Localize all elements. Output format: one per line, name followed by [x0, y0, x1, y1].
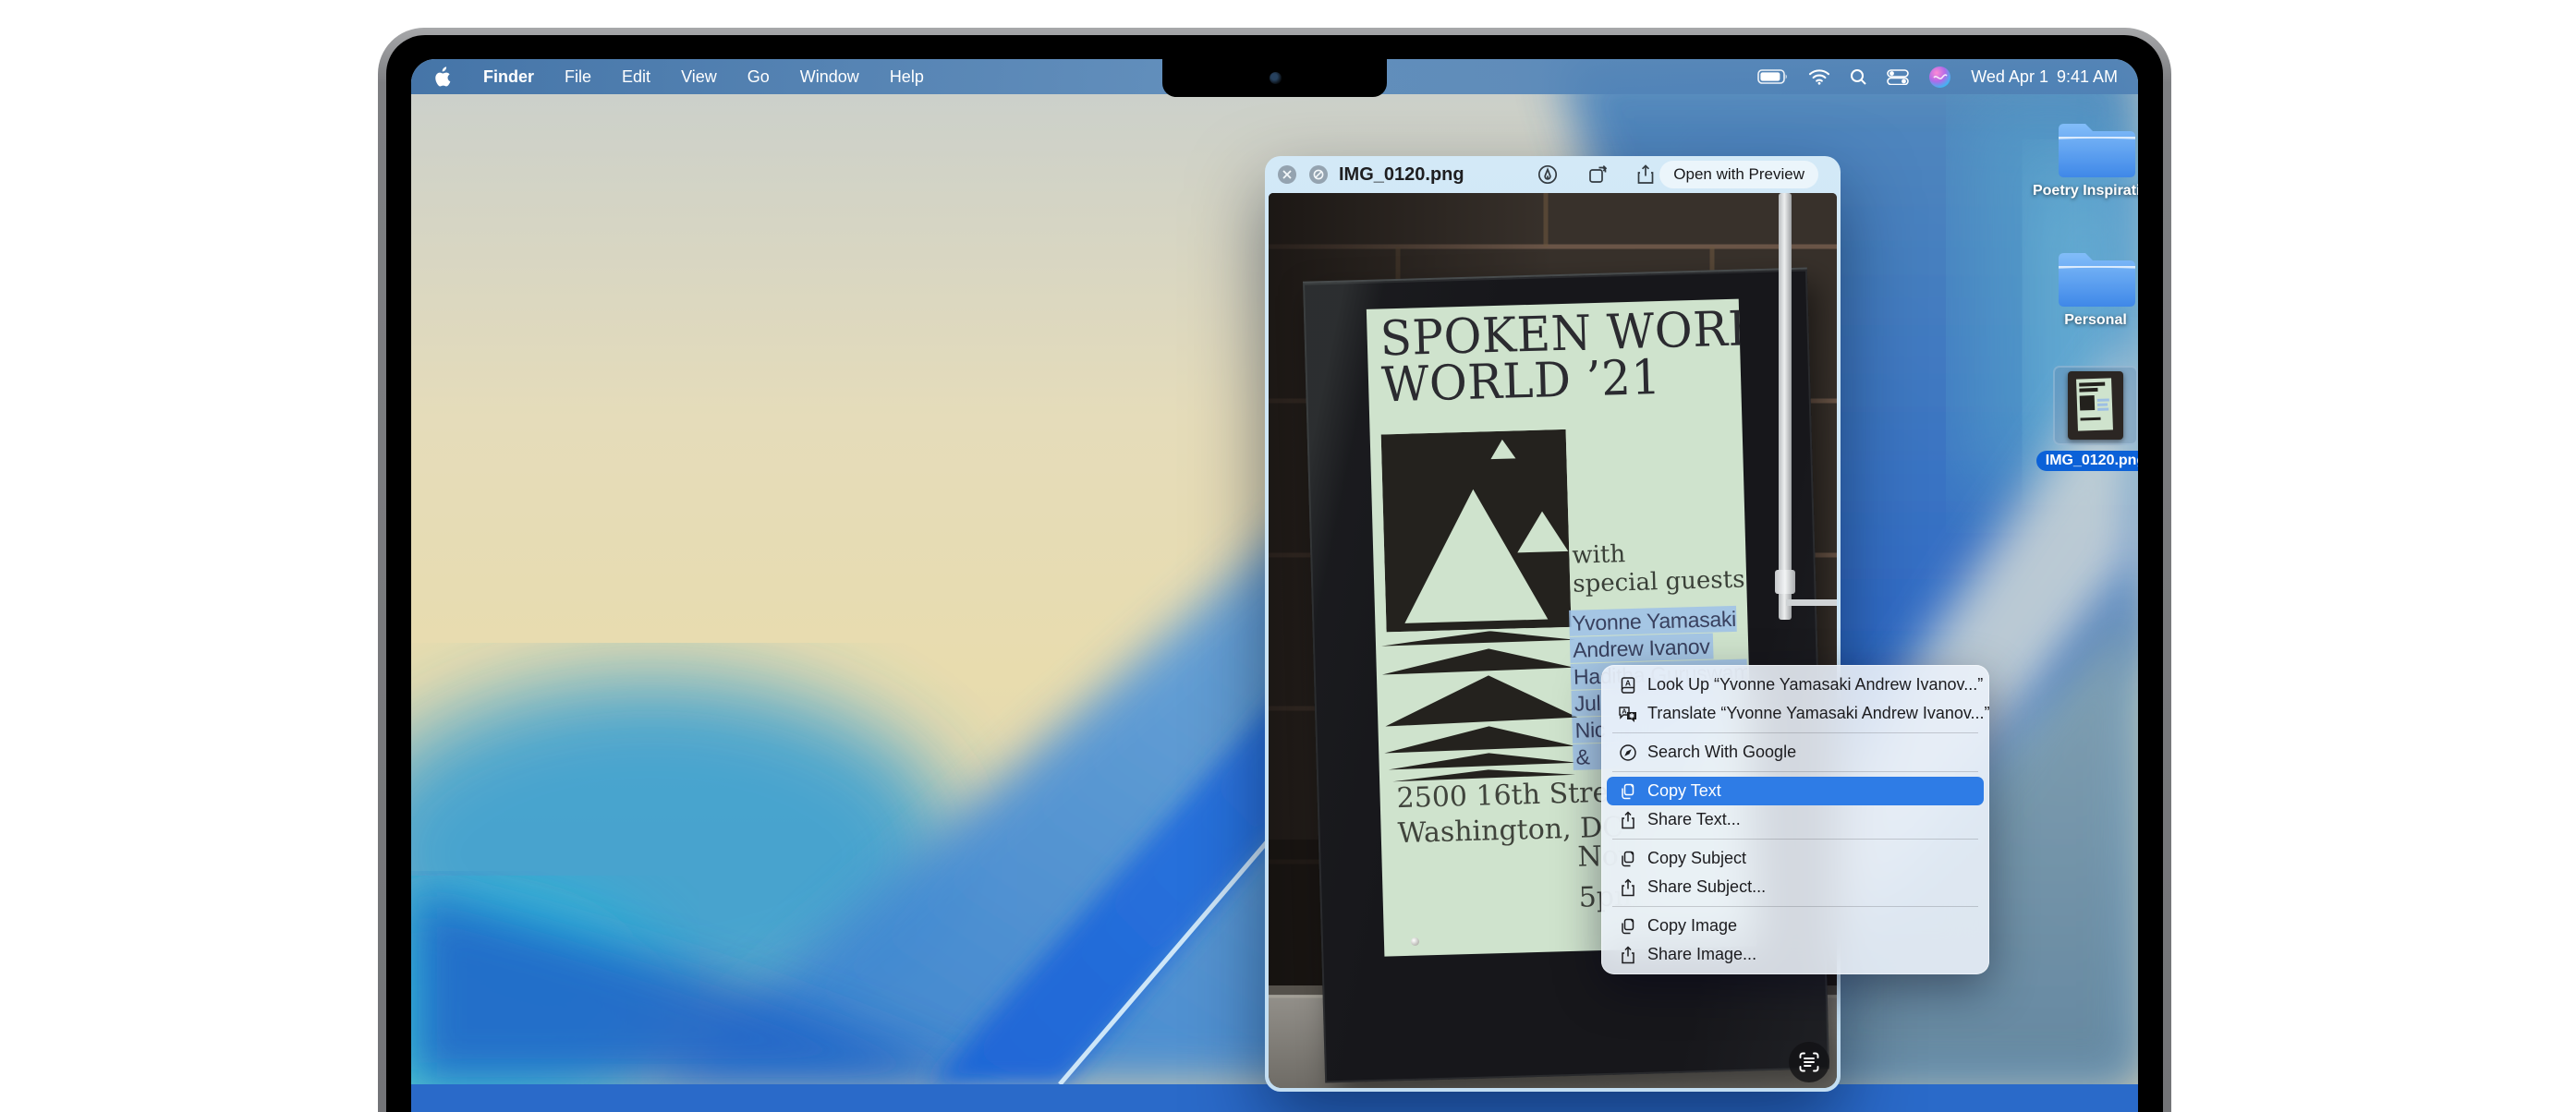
menu-item-label: Share Subject...	[1647, 877, 1766, 897]
open-with-preview-label: Open with Preview	[1673, 165, 1804, 184]
context-menu: A Look Up “Yvonne Yamasaki Andrew Ivanov…	[1601, 665, 1989, 974]
menu-item-label: Search With Google	[1647, 743, 1796, 762]
look-up-icon: A	[1618, 675, 1638, 695]
folder-icon	[2056, 246, 2135, 307]
desktop-icon-personal[interactable]: Personal	[2022, 246, 2138, 329]
menu-item-share-text[interactable]: Share Text...	[1607, 805, 1984, 834]
svg-text:A: A	[1625, 678, 1631, 687]
macos-screen: Finder File Edit View Go Window Help	[411, 59, 2138, 1112]
time-label: 9:41 AM	[2057, 67, 2118, 87]
date-label: Wed Apr 1	[1971, 67, 2048, 87]
copy-icon	[1618, 781, 1638, 802]
menu-item-label: Share Text...	[1647, 810, 1741, 829]
svg-text:A: A	[1622, 707, 1627, 715]
apple-menu-icon[interactable]	[433, 66, 451, 88]
translate-icon: A ✱	[1618, 704, 1638, 724]
live-text-button[interactable]	[1789, 1042, 1829, 1082]
menu-item-copy-subject[interactable]: Copy Subject	[1607, 844, 1984, 873]
selected-text-line[interactable]: Yvonne Yamasaki	[1569, 606, 1737, 636]
desktop-icon-img-0120[interactable]: IMG_0120.png	[2022, 366, 2138, 471]
pipe-joint	[1775, 570, 1795, 594]
mountain-square-graphic	[1381, 429, 1572, 633]
icon-selection-box	[2053, 366, 2138, 445]
rotate-icon[interactable]	[1586, 163, 1609, 186]
pipe-bracket	[1786, 599, 1837, 606]
menu-item-label: Copy Image	[1647, 916, 1737, 936]
menu-item-share-subject[interactable]: Share Subject...	[1607, 873, 1984, 901]
menu-item-share-image[interactable]: Share Image...	[1607, 940, 1984, 969]
menu-item-view[interactable]: View	[681, 67, 717, 87]
menu-bar-clock[interactable]: Wed Apr 1 9:41 AM	[1971, 67, 2118, 87]
markup-icon[interactable]	[1537, 163, 1559, 186]
open-with-preview-button[interactable]: Open with Preview	[1659, 161, 1818, 188]
control-center-icon[interactable]	[1887, 69, 1909, 85]
macbook-bezel: Finder File Edit View Go Window Help	[386, 35, 2163, 1112]
blocked-zoom-button[interactable]	[1309, 165, 1328, 184]
menu-item-finder[interactable]: Finder	[483, 67, 534, 87]
menu-item-window[interactable]: Window	[800, 67, 859, 87]
svg-text:✱: ✱	[1629, 712, 1634, 719]
poster-title: SPOKEN WORD WORLD ’21	[1379, 306, 1756, 409]
facetime-camera	[1270, 72, 1282, 84]
selected-text-line[interactable]: Andrew Ivanov	[1570, 634, 1714, 663]
wifi-icon[interactable]	[1808, 68, 1830, 85]
menu-item-look-up[interactable]: A Look Up “Yvonne Yamasaki Andrew Ivanov…	[1607, 671, 1984, 699]
display-notch	[1162, 59, 1387, 97]
frame-screw	[1411, 937, 1419, 946]
copy-icon	[1618, 849, 1638, 869]
window-title: IMG_0120.png	[1339, 156, 1464, 193]
image-file-thumbnail	[2068, 371, 2123, 440]
menu-item-file[interactable]: File	[565, 67, 591, 87]
share-small-icon	[1618, 877, 1638, 898]
stacked-triangles-graphic	[1381, 629, 1581, 784]
battery-icon[interactable]	[1757, 69, 1789, 84]
icon-label: Poetry Inspiration	[2033, 183, 2138, 199]
close-button[interactable]	[1278, 165, 1296, 184]
menu-separator	[1612, 732, 1978, 733]
menu-item-label: Copy Text	[1647, 781, 1721, 801]
share-icon[interactable]	[1634, 163, 1657, 186]
icon-label: Personal	[2064, 312, 2127, 329]
menu-item-label: Copy Subject	[1647, 849, 1746, 868]
menu-separator	[1612, 839, 1978, 840]
menu-item-edit[interactable]: Edit	[622, 67, 650, 87]
menu-item-search-with-google[interactable]: Search With Google	[1607, 738, 1984, 767]
menu-item-label: Share Image...	[1647, 945, 1756, 964]
copy-icon	[1618, 916, 1638, 937]
menu-separator	[1612, 771, 1978, 772]
menu-item-label: Look Up “Yvonne Yamasaki Andrew Ivanov..…	[1647, 675, 1983, 695]
poster-with-guests: with special guests	[1572, 538, 1745, 599]
menu-item-go[interactable]: Go	[747, 67, 770, 87]
share-small-icon	[1618, 945, 1638, 965]
macbook: Finder File Edit View Go Window Help	[378, 28, 2171, 1112]
quicklook-titlebar[interactable]: IMG_0120.png	[1265, 156, 1841, 193]
siri-icon[interactable]	[1928, 66, 1951, 89]
folder-icon	[2056, 116, 2135, 177]
spotlight-search-icon[interactable]	[1850, 68, 1867, 86]
menu-item-help[interactable]: Help	[890, 67, 924, 87]
icon-label-selected: IMG_0120.png	[2036, 451, 2138, 471]
compass-icon	[1618, 743, 1638, 763]
desktop-icon-poetry-inspiration[interactable]: Poetry Inspiration	[2022, 116, 2138, 199]
menu-separator	[1612, 906, 1978, 907]
menu-item-translate[interactable]: A ✱ Translate “Yvonne Yamasaki Andrew Iv…	[1607, 699, 1984, 728]
wall-pipe	[1779, 193, 1792, 620]
screenshot-stage: Finder File Edit View Go Window Help	[0, 0, 2576, 1112]
menu-item-copy-text[interactable]: Copy Text	[1607, 777, 1984, 805]
menu-item-copy-image[interactable]: Copy Image	[1607, 912, 1984, 940]
share-small-icon	[1618, 810, 1638, 830]
menu-item-label: Translate “Yvonne Yamasaki Andrew Ivanov…	[1647, 704, 1990, 723]
